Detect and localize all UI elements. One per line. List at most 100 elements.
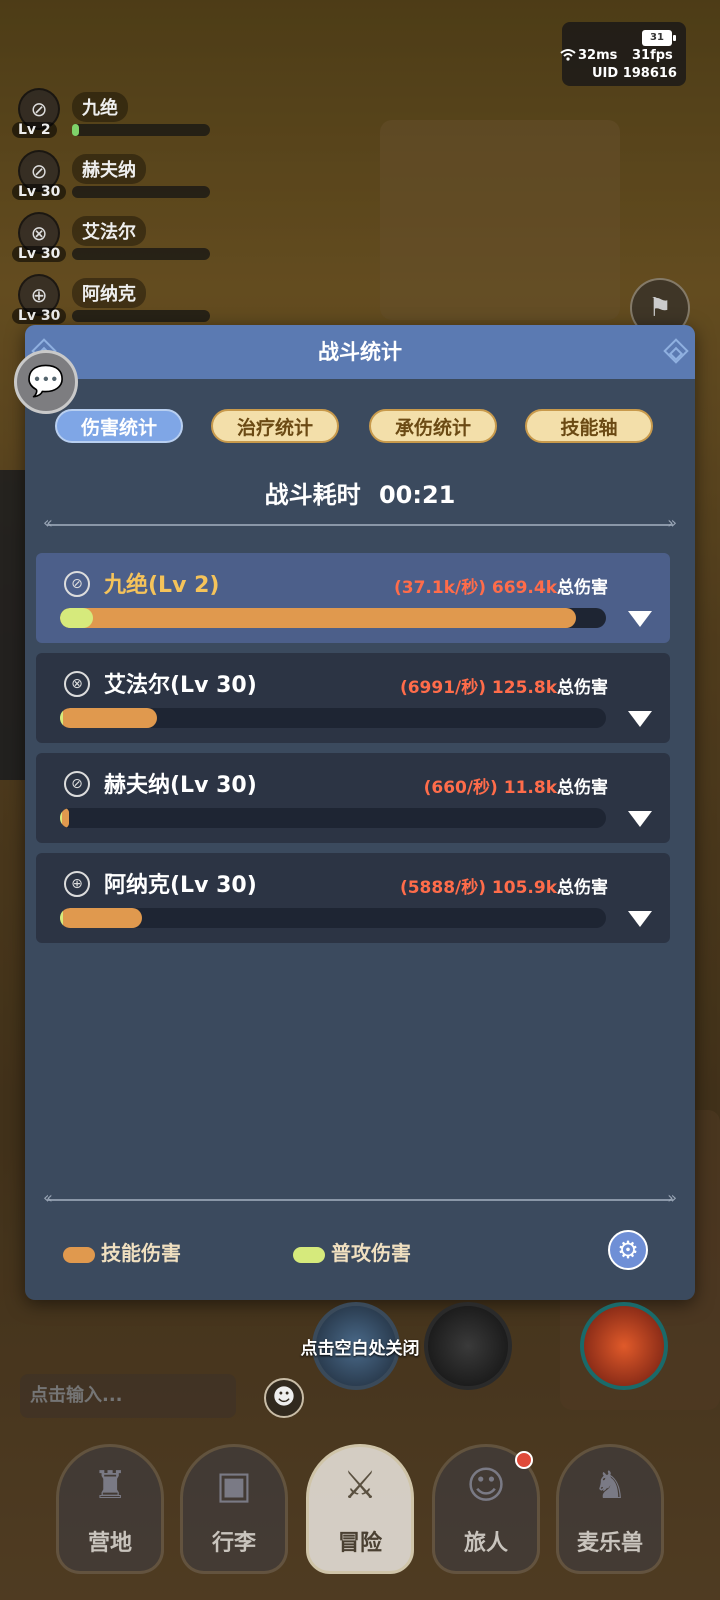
dps-value: (37.1k/秒) (394, 578, 486, 598)
uid-text: UID 198616 (592, 66, 677, 81)
legend-normal: 普攻伤害 (293, 1237, 411, 1266)
legend-label: 普攻伤害 (331, 1241, 411, 1265)
damage-stat: (6991/秒) 125.8k总伤害 (400, 673, 608, 698)
player-name: 赫夫纳(Lv 30) (104, 773, 257, 798)
chest-icon: ▣ (216, 1463, 252, 1507)
dps-value: (660/秒) (423, 778, 498, 798)
elapsed-value: 00:21 (378, 481, 456, 509)
total-damage-value: 11.8k (503, 778, 557, 798)
crossed-swords-icon: ⚔ (342, 1463, 378, 1507)
nav-label: 冒险 (337, 1531, 382, 1556)
damage-row[interactable]: ⊘ 九绝(Lv 2) (37.1k/秒) 669.4k总伤害 (36, 553, 670, 643)
hp-bar (72, 310, 210, 322)
total-damage-label: 总伤害 (557, 678, 608, 698)
battery-icon: 31 (642, 30, 676, 46)
party-member[interactable]: ⊕ Lv 30 阿纳克 (10, 270, 220, 330)
chevron-down-icon[interactable] (628, 811, 652, 827)
elapsed-label: 战斗耗时 (264, 481, 361, 509)
chevron-down-icon[interactable] (628, 911, 652, 927)
nav-label: 旅人 (463, 1531, 508, 1556)
party-member[interactable]: ⊗ Lv 30 艾法尔 (10, 208, 220, 268)
class-icon: ⊘ (64, 571, 90, 597)
member-name: 九绝 (72, 92, 128, 122)
normal-damage-fill (60, 708, 63, 728)
skill-damage-fill (60, 708, 158, 728)
divider (43, 1188, 677, 1207)
member-name: 赫夫纳 (72, 154, 146, 184)
damage-row[interactable]: ⊘ 赫夫纳(Lv 30) (660/秒) 11.8k总伤害 (36, 753, 670, 843)
person-icon: ☺ (466, 1463, 506, 1507)
chevron-down-icon[interactable] (628, 611, 652, 627)
party-member[interactable]: ⊘ Lv 30 赫夫纳 (10, 146, 220, 206)
member-level: Lv 30 (12, 308, 67, 324)
class-icon: ⊕ (64, 871, 90, 897)
damage-row[interactable]: ⊕ 阿纳克(Lv 30) (5888/秒) 105.9k总伤害 (36, 853, 670, 943)
chevron-down-icon[interactable] (628, 711, 652, 727)
modal-title: 战斗统计 (25, 325, 695, 379)
normal-damage-fill (60, 608, 93, 628)
emoji-icon[interactable]: ☻ (264, 1378, 304, 1418)
chat-input[interactable] (20, 1374, 236, 1418)
status-panel: 31 32ms 31fps UID 198616 (560, 22, 686, 86)
total-damage-value: 669.4k (491, 578, 557, 598)
elapsed-time: 战斗耗时 00:21 (25, 475, 695, 510)
dps-value: (5888/秒) (399, 878, 486, 898)
hp-bar (72, 124, 210, 136)
player-name: 九绝(Lv 2) (104, 573, 220, 598)
nav-travelers[interactable]: ☺ 旅人 (432, 1444, 540, 1574)
fps-text: 31fps (632, 48, 673, 63)
nav-label: 营地 (87, 1531, 132, 1556)
class-icon: ⊗ (64, 671, 90, 697)
total-damage-value: 105.9k (491, 878, 557, 898)
damage-row[interactable]: ⊗ 艾法尔(Lv 30) (6991/秒) 125.8k总伤害 (36, 653, 670, 743)
tab-damage-taken[interactable]: 承伤统计 (369, 409, 497, 443)
total-damage-label: 总伤害 (557, 578, 608, 598)
nav-adventure[interactable]: ⚔ 冒险 (306, 1444, 414, 1574)
member-level: Lv 30 (12, 184, 67, 200)
hp-bar (72, 186, 210, 198)
normal-damage-fill (60, 808, 62, 828)
member-name: 艾法尔 (72, 216, 146, 246)
hp-bar (72, 248, 210, 260)
castle-icon: ♜ (92, 1463, 128, 1507)
class-icon: ⊘ (64, 771, 90, 797)
member-level: Lv 2 (12, 122, 57, 138)
gear-icon[interactable]: ⚙ (608, 1230, 648, 1270)
tab-damage[interactable]: 伤害统计 (55, 409, 183, 443)
skill-damage-fill (60, 908, 142, 928)
nav-camp[interactable]: ♜ 营地 (56, 1444, 164, 1574)
player-name: 艾法尔(Lv 30) (104, 673, 257, 698)
total-damage-label: 总伤害 (557, 878, 608, 898)
ping-text: 32ms (578, 48, 618, 63)
player-name: 阿纳克(Lv 30) (104, 873, 257, 898)
damage-bar (60, 608, 606, 628)
damage-bar (60, 908, 606, 928)
damage-bar (60, 808, 606, 828)
damage-stat: (5888/秒) 105.9k总伤害 (400, 873, 608, 898)
damage-bar (60, 708, 606, 728)
tab-skill-timeline[interactable]: 技能轴 (525, 409, 653, 443)
bottom-nav: ♜ 营地 ▣ 行李 ⚔ 冒险 ☺ 旅人 ♞ 麦乐兽 (0, 1444, 720, 1600)
fox-icon: ♞ (592, 1463, 628, 1507)
skill-damage-fill (60, 608, 576, 628)
member-name: 阿纳克 (72, 278, 146, 308)
tab-healing[interactable]: 治疗统计 (211, 409, 339, 443)
hp-fill (72, 124, 79, 136)
damage-stat: (37.1k/秒) 669.4k总伤害 (394, 573, 608, 598)
nav-label: 麦乐兽 (576, 1531, 643, 1556)
normal-damage-fill (60, 908, 63, 928)
damage-stat: (660/秒) 11.8k总伤害 (424, 773, 608, 798)
member-level: Lv 30 (12, 246, 67, 262)
notification-badge (515, 1451, 533, 1469)
legend-label: 技能伤害 (101, 1241, 181, 1265)
legend-skill: 技能伤害 (63, 1237, 181, 1266)
total-damage-label: 总伤害 (557, 778, 608, 798)
nav-pets[interactable]: ♞ 麦乐兽 (556, 1444, 664, 1574)
close-hint: 点击空白处关闭 (300, 1339, 420, 1359)
legend-swatch (63, 1246, 95, 1263)
legend-swatch (293, 1246, 325, 1263)
total-damage-value: 125.8k (491, 678, 557, 698)
chat-bubble-icon[interactable]: 💬 (14, 350, 78, 414)
nav-luggage[interactable]: ▣ 行李 (180, 1444, 288, 1574)
party-member[interactable]: ⊘ Lv 2 九绝 (10, 84, 220, 144)
